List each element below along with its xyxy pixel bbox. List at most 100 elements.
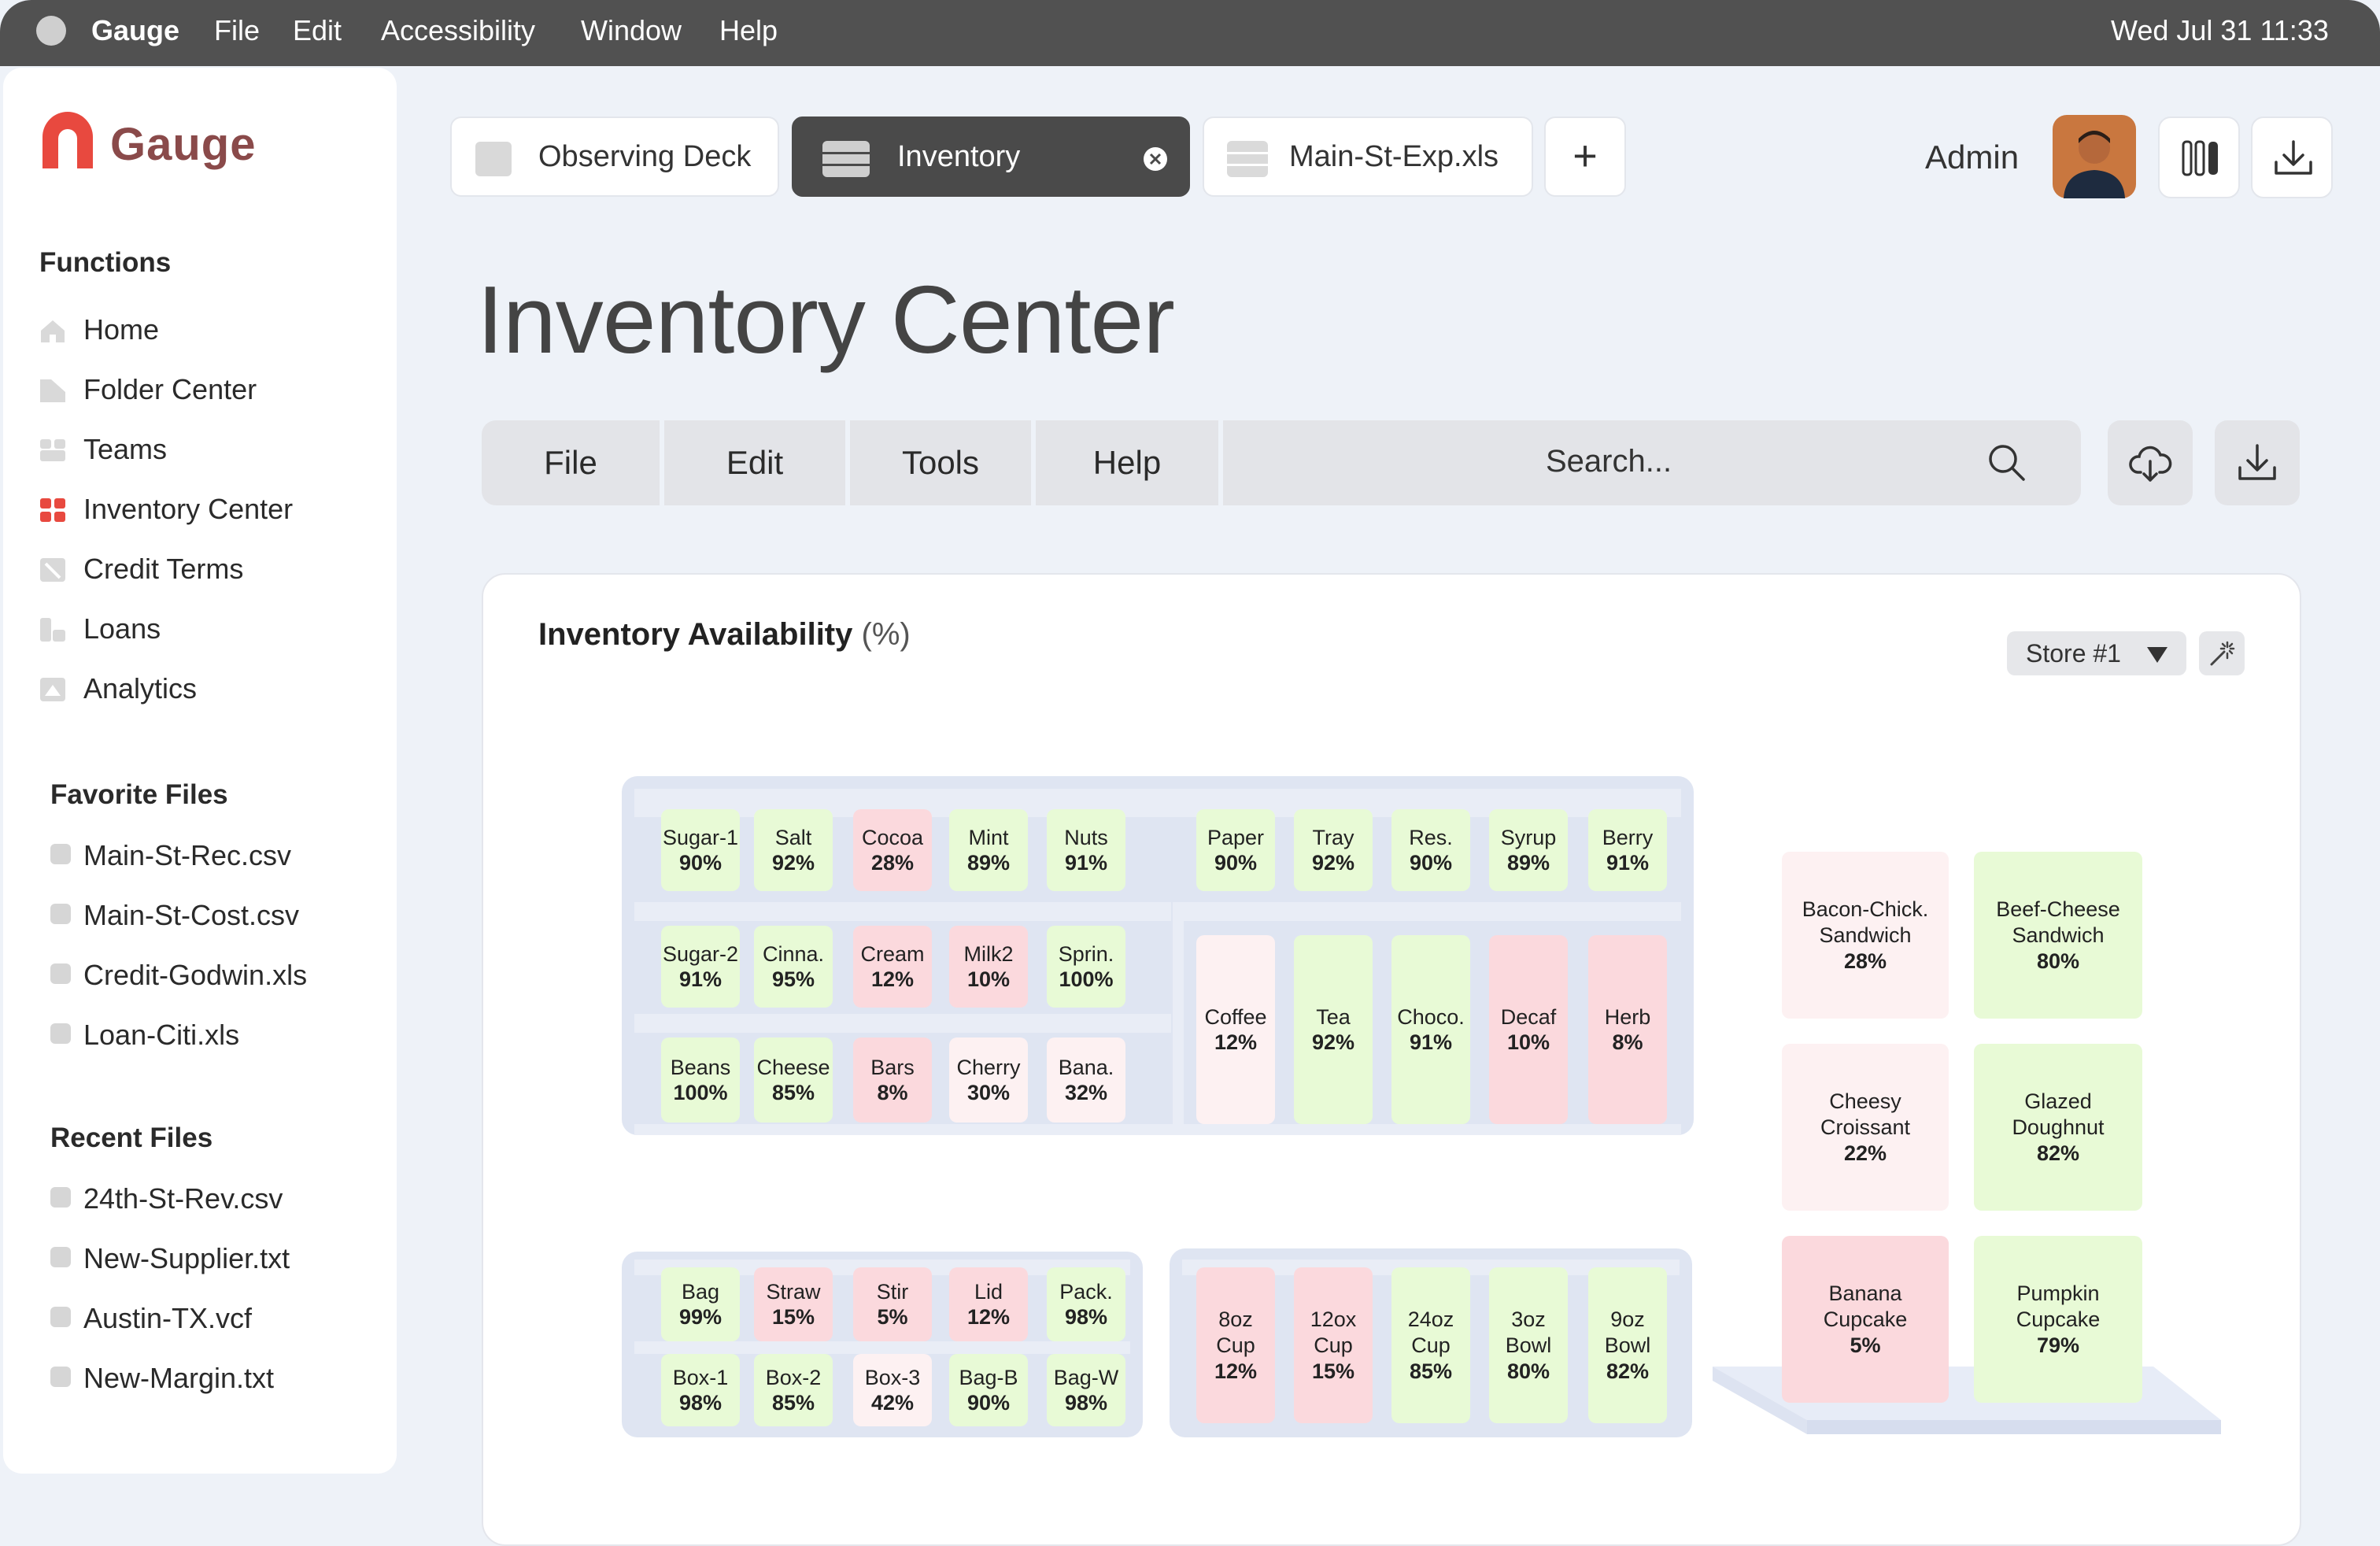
file-icon — [50, 1187, 71, 1208]
add-tab-button[interactable]: + — [1544, 117, 1626, 197]
inventory-cell[interactable]: Milk2 10% — [949, 926, 1028, 1008]
shelf-post — [1173, 902, 1184, 1130]
display-case-cell[interactable]: Bacon-Chick. Sandwich 28% — [1782, 852, 1949, 1019]
item-name: Tea — [1316, 1005, 1351, 1029]
display-case-cell[interactable]: Cheesy Croissant 22% — [1782, 1044, 1949, 1211]
window-dot-icon[interactable] — [36, 16, 66, 46]
inventory-cell[interactable]: Sugar-2 91% — [661, 926, 740, 1008]
item-pct: 85% — [771, 1081, 815, 1104]
inventory-cell[interactable]: Tray 92% — [1294, 809, 1373, 891]
file-name: Main-St-Cost.csv — [83, 899, 300, 931]
inventory-cell[interactable]: Paper 90% — [1196, 809, 1275, 891]
inventory-cell[interactable]: 3oz Bowl 80% — [1489, 1267, 1568, 1423]
menubar-item-window[interactable]: Window — [581, 14, 682, 47]
item-name: Sprin. — [1058, 942, 1114, 966]
inventory-cell[interactable]: Cherry 30% — [949, 1037, 1028, 1123]
inventory-cell[interactable]: Beans 100% — [661, 1037, 740, 1123]
inventory-cell[interactable]: 9oz Bowl 82% — [1588, 1267, 1667, 1423]
inventory-cell[interactable]: Box-3 42% — [853, 1354, 932, 1426]
display-case-cell[interactable]: Beef-Cheese Sandwich 80% — [1974, 852, 2142, 1019]
display-case-cell[interactable]: Banana Cupcake 5% — [1782, 1236, 1949, 1403]
menubar-item-edit[interactable]: Edit — [293, 14, 342, 47]
display-case-cell[interactable]: Pumpkin Cupcake 79% — [1974, 1236, 2142, 1403]
item-name-2: Bowl — [1604, 1333, 1651, 1357]
cloud-download-button[interactable] — [2108, 420, 2193, 505]
close-icon[interactable] — [1143, 146, 1168, 172]
menu-tools[interactable]: Tools — [850, 420, 1031, 505]
inventory-cell[interactable]: Straw 15% — [754, 1267, 833, 1341]
item-name: Bana. — [1058, 1056, 1114, 1079]
item-name: Syrup — [1500, 826, 1557, 849]
page-title: Inventory Center — [477, 266, 1175, 373]
inventory-cell[interactable]: Cocoa 28% — [853, 809, 932, 891]
menubar-item-accessibility[interactable]: Accessibility — [381, 14, 535, 47]
inventory-cell[interactable]: Bana. 32% — [1047, 1037, 1125, 1123]
file-name: Austin-TX.vcf — [83, 1302, 253, 1334]
search-input[interactable]: Search... — [1223, 420, 2081, 505]
grid-icon — [40, 498, 65, 522]
item-name: Box-1 — [672, 1366, 729, 1389]
tab-inventory[interactable]: Inventory — [792, 117, 1190, 197]
inventory-cell[interactable]: Sprin. 100% — [1047, 926, 1125, 1008]
inventory-cell[interactable]: Cream 12% — [853, 926, 932, 1008]
item-pct: 15% — [771, 1305, 815, 1329]
sidebar-item-label: Analytics — [83, 672, 198, 705]
inventory-cell[interactable]: Res. 90% — [1391, 809, 1470, 891]
item-name: Cream — [860, 942, 925, 966]
inventory-cell[interactable]: Tea 92% — [1294, 935, 1373, 1124]
inventory-cell[interactable]: Cinna. 95% — [754, 926, 833, 1008]
inventory-cell[interactable]: Salt 92% — [754, 809, 833, 891]
search-icon[interactable] — [1986, 442, 2027, 483]
inventory-cell[interactable]: Bars 8% — [853, 1037, 932, 1123]
inventory-cell[interactable]: Sugar-1 90% — [661, 809, 740, 891]
inventory-cell[interactable]: 8oz Cup 12% — [1196, 1267, 1275, 1423]
item-pct: 91% — [1064, 851, 1108, 875]
menubar-item-file[interactable]: File — [214, 14, 260, 47]
sidebar-item-label: Loans — [83, 612, 161, 645]
sidebar-item-label: Credit Terms — [83, 553, 244, 585]
item-name: 12ox — [1310, 1307, 1357, 1331]
menubar-app-name[interactable]: Gauge — [91, 14, 179, 47]
inventory-cell[interactable]: Bag 99% — [661, 1267, 740, 1341]
item-name: Milk2 — [963, 942, 1014, 966]
menu-help[interactable]: Help — [1036, 420, 1218, 505]
item-pct: 98% — [1064, 1391, 1108, 1415]
inventory-cell[interactable]: Box-2 85% — [754, 1354, 833, 1426]
inventory-cell[interactable]: Bag-B 90% — [949, 1354, 1028, 1426]
item-pct: 30% — [966, 1081, 1011, 1104]
layout-toggle-button[interactable] — [2158, 117, 2240, 198]
menu-file[interactable]: File — [482, 420, 660, 505]
item-pct: 12% — [870, 967, 915, 991]
display-case-cell[interactable]: Glazed Doughnut 82% — [1974, 1044, 2142, 1211]
inventory-cell[interactable]: Mint 89% — [949, 809, 1028, 891]
item-pct: 91% — [678, 967, 722, 991]
tab-label: Inventory — [897, 140, 1021, 173]
tab-observing-deck[interactable]: Observing Deck — [450, 117, 779, 197]
inventory-cell[interactable]: 24oz Cup 85% — [1391, 1267, 1470, 1423]
magic-wand-button[interactable] — [2199, 631, 2245, 675]
inventory-cell[interactable]: Herb 8% — [1588, 935, 1667, 1124]
inventory-cell[interactable]: Pack. 98% — [1047, 1267, 1125, 1341]
inventory-cell[interactable]: Lid 12% — [949, 1267, 1028, 1341]
tab-main-st-exp[interactable]: Main-St-Exp.xls — [1203, 117, 1533, 197]
export-button[interactable] — [2215, 420, 2300, 505]
store-select[interactable]: Store #1 — [2007, 631, 2186, 675]
inventory-cell[interactable]: Decaf 10% — [1489, 935, 1568, 1124]
menu-edit[interactable]: Edit — [664, 420, 845, 505]
inventory-cell[interactable]: Bag-W 98% — [1047, 1354, 1125, 1426]
inventory-cell[interactable]: Coffee 12% — [1196, 935, 1275, 1124]
inventory-cell[interactable]: Stir 5% — [853, 1267, 932, 1341]
avatar[interactable] — [2053, 115, 2136, 198]
inventory-cell[interactable]: Syrup 89% — [1489, 809, 1568, 891]
item-name: Herb — [1604, 1005, 1651, 1029]
menubar-item-help[interactable]: Help — [719, 14, 778, 47]
inventory-cell[interactable]: Box-1 98% — [661, 1354, 740, 1426]
inventory-cell[interactable]: Cheese 85% — [754, 1037, 833, 1123]
inventory-cell[interactable]: Nuts 91% — [1047, 809, 1125, 891]
table-icon — [1227, 141, 1268, 177]
inventory-cell[interactable]: Choco. 91% — [1391, 935, 1470, 1124]
panel-title-unit: (%) — [861, 617, 911, 652]
inventory-cell[interactable]: 12ox Cup 15% — [1294, 1267, 1373, 1423]
download-button[interactable] — [2251, 117, 2333, 198]
inventory-cell[interactable]: Berry 91% — [1588, 809, 1667, 891]
